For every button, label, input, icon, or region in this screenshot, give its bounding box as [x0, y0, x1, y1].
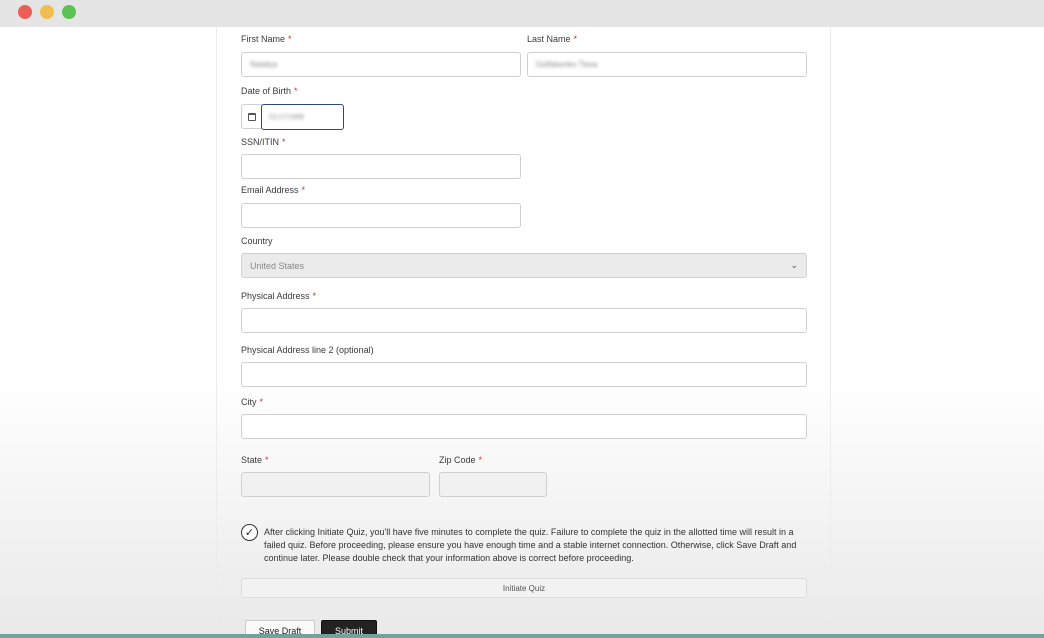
calendar-button[interactable] — [241, 104, 262, 129]
minimize-window-button[interactable] — [40, 5, 54, 19]
last-name-label: Last Name * — [527, 34, 577, 44]
address1-label-text: Physical Address — [241, 291, 310, 301]
zip-input[interactable] — [439, 472, 547, 497]
zip-label: Zip Code * — [439, 455, 482, 465]
required-mark: * — [294, 86, 298, 96]
required-mark: * — [312, 291, 317, 301]
first-name-label: First Name * — [241, 34, 292, 44]
dob-input[interactable]: 01/17/1999 — [261, 104, 344, 130]
dob-value: 01/17/1999 — [269, 113, 305, 121]
quiz-notice-text: After clicking Initiate Quiz, you'll hav… — [264, 527, 797, 563]
bottom-accent-bar — [0, 634, 1044, 638]
last-name-input[interactable]: Gelfakenko Tissa — [527, 52, 807, 77]
email-label: Email Address * — [241, 185, 305, 195]
last-name-label-text: Last Name — [527, 34, 571, 44]
ssn-label: SSN/ITIN * — [241, 137, 286, 147]
required-mark: * — [478, 455, 483, 465]
email-label-text: Email Address — [241, 185, 299, 195]
address2-label-text: Physical Address line 2 (optional) — [241, 345, 374, 355]
close-window-button[interactable] — [18, 5, 32, 19]
country-label-text: Country — [241, 236, 273, 246]
dob-label: Date of Birth * — [241, 86, 298, 96]
first-name-label-text: First Name — [241, 34, 286, 44]
checkmark-icon: ✓ — [244, 527, 255, 539]
country-label: Country — [241, 236, 273, 246]
country-select[interactable]: United States ⌄ — [241, 253, 807, 278]
first-name-input[interactable]: Natalya — [241, 52, 521, 77]
address1-label: Physical Address * — [241, 291, 316, 301]
initiate-quiz-button[interactable]: Initiate Quiz — [241, 578, 807, 598]
ssn-label-text: SSN/ITIN — [241, 137, 280, 147]
last-name-value: Gelfakenko Tissa — [536, 60, 598, 69]
state-label: State * — [241, 455, 269, 465]
dob-label-text: Date of Birth — [241, 86, 292, 96]
city-label: City * — [241, 397, 263, 407]
state-input[interactable] — [241, 472, 430, 497]
country-value: United States — [250, 260, 305, 271]
required-mark: * — [301, 185, 306, 195]
acknowledge-checkbox[interactable]: ✓ — [241, 524, 258, 541]
required-mark: * — [288, 34, 292, 44]
required-mark: * — [265, 455, 269, 465]
city-input[interactable] — [241, 414, 807, 439]
required-mark: * — [259, 397, 264, 407]
address1-input[interactable] — [241, 308, 807, 333]
calendar-icon — [248, 112, 256, 121]
email-input[interactable] — [241, 203, 521, 228]
city-label-text: City — [241, 397, 257, 407]
chevron-down-icon: ⌄ — [790, 260, 798, 270]
address2-label: Physical Address line 2 (optional) — [241, 345, 374, 355]
address2-input[interactable] — [241, 362, 807, 387]
initiate-quiz-label: Initiate Quiz — [502, 583, 546, 593]
required-mark: * — [573, 34, 578, 44]
ssn-input[interactable] — [241, 154, 521, 179]
window-titlebar — [0, 0, 1044, 27]
zip-label-text: Zip Code — [439, 455, 476, 465]
maximize-window-button[interactable] — [62, 5, 76, 19]
state-label-text: State — [241, 455, 263, 465]
first-name-value: Natalya — [250, 60, 278, 69]
required-mark: * — [282, 137, 286, 147]
